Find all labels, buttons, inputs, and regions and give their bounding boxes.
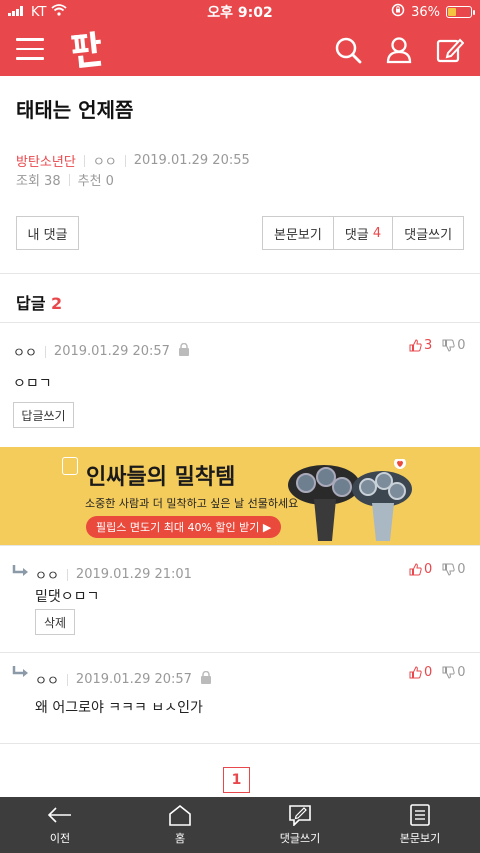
- thumbs-down-icon: [442, 339, 455, 352]
- post-author: ㅇㅇ: [92, 155, 117, 170]
- write-comment-button[interactable]: 댓글쓰기: [393, 217, 463, 249]
- battery-percent: 36%: [411, 4, 440, 20]
- status-bar: KT 오후 9:02 36%: [0, 0, 480, 24]
- tab-back[interactable]: 이전: [0, 797, 120, 853]
- delete-button[interactable]: 삭제: [35, 609, 75, 635]
- rotation-lock-icon: [391, 3, 405, 21]
- replies-header: 답글 2: [16, 290, 62, 314]
- post-recommends: 추천 0: [77, 174, 114, 189]
- write-comment-icon: [289, 805, 311, 826]
- comment-body: ㅇㅁㄱ: [13, 376, 52, 392]
- comment-votes: 0 0: [409, 665, 466, 680]
- shaver-image: [288, 459, 412, 541]
- comment-date: 2019.01.29 20:57: [75, 672, 192, 687]
- page-number-current[interactable]: 1: [223, 767, 250, 793]
- ad-cta-button[interactable]: 필립스 면도기 최대 40% 할인 받기 ▶: [86, 516, 282, 538]
- signal-icon: [8, 5, 26, 20]
- ad-title: 인싸들의 밀착템: [86, 465, 236, 490]
- bottom-tab-bar: 이전 홈 댓글쓰기 본문보기: [0, 797, 480, 853]
- downvote-button[interactable]: 0: [442, 562, 466, 577]
- upvote-count: 3: [424, 338, 433, 353]
- page: KT 오후 9:02 36% 태태는 언제쯤 방탄소년단 ㅇㅇ 2019.01.…: [0, 0, 480, 853]
- search-icon[interactable]: [334, 36, 362, 64]
- comment-author: ㅇㅇ: [35, 674, 59, 689]
- philips-logo-icon: [62, 457, 78, 475]
- downvote-button[interactable]: 0: [442, 665, 466, 680]
- divider: [0, 322, 480, 323]
- replies-label: 답글: [16, 294, 46, 313]
- post-meta: 방탄소년단 ㅇㅇ 2019.01.29 20:55: [16, 151, 250, 170]
- home-icon: [169, 804, 191, 826]
- thumbs-up-icon: [409, 563, 422, 576]
- downvote-count: 0: [457, 665, 466, 680]
- tab-label: 홈: [174, 832, 186, 845]
- tab-write-comment[interactable]: 댓글쓰기: [240, 797, 360, 853]
- upvote-button[interactable]: 0: [409, 665, 432, 680]
- ad-banner[interactable]: 인싸들의 밀착템 소중한 사람과 더 밀착하고 싶은 날 선물하세요 필립스 면…: [0, 447, 480, 545]
- write-post-icon[interactable]: [436, 36, 465, 64]
- battery-icon: [446, 6, 475, 18]
- downvote-button[interactable]: 0: [442, 338, 466, 353]
- divider: [0, 743, 480, 744]
- lock-icon: [178, 342, 190, 360]
- comments-button[interactable]: 댓글 4: [334, 217, 394, 249]
- thumbs-up-icon: [409, 666, 422, 679]
- ad-subtitle: 소중한 사람과 더 밀착하고 싶은 날 선물하세요: [85, 497, 299, 510]
- post-views: 조회 38: [16, 174, 61, 189]
- downvote-count: 0: [457, 562, 466, 577]
- status-time: 오후 9:02: [207, 5, 273, 21]
- divider: [0, 652, 480, 653]
- post-category[interactable]: 방탄소년단: [16, 151, 76, 170]
- comment-votes: 0 0: [409, 562, 466, 577]
- comments-label: 댓글: [344, 227, 369, 243]
- thumbs-down-icon: [442, 563, 455, 576]
- user-icon[interactable]: [385, 36, 413, 64]
- tab-home[interactable]: 홈: [120, 797, 240, 853]
- wifi-icon: [51, 4, 68, 20]
- tab-label: 본문보기: [399, 832, 441, 845]
- upvote-count: 0: [424, 665, 433, 680]
- comment-meta: ㅇㅇ 2019.01.29 21:01: [35, 565, 192, 584]
- post-datetime: 2019.01.29 20:55: [133, 153, 250, 168]
- upvote-count: 0: [424, 562, 433, 577]
- tab-label: 이전: [49, 832, 71, 845]
- replies-count: 2: [51, 294, 63, 313]
- comment-body: 밑댓ㅇㅁㄱ: [35, 589, 100, 605]
- app-header: [0, 24, 480, 76]
- carrier-label: KT: [31, 4, 47, 20]
- pann-logo[interactable]: [68, 28, 109, 80]
- reply-arrow-icon: [12, 563, 30, 582]
- upvote-button[interactable]: 0: [409, 562, 432, 577]
- view-post-button[interactable]: 본문보기: [263, 217, 334, 249]
- comment-author: ㅇㅇ: [13, 346, 37, 361]
- menu-icon[interactable]: [16, 38, 44, 60]
- comment-date: 2019.01.29 21:01: [75, 567, 192, 582]
- divider: [0, 273, 480, 274]
- my-comments-button[interactable]: 내 댓글: [16, 216, 79, 250]
- comment-meta: ㅇㅇ 2019.01.29 20:57: [13, 342, 190, 361]
- back-arrow-icon: [47, 807, 71, 823]
- reply-arrow-icon: [12, 664, 30, 683]
- thumbs-up-icon: [409, 339, 422, 352]
- upvote-button[interactable]: 3: [409, 338, 432, 353]
- tab-label: 댓글쓰기: [279, 832, 321, 845]
- comment-body: 왜 어그로야 ㅋㅋㅋ ㅂㅅ인가: [35, 700, 203, 716]
- document-icon: [410, 804, 430, 826]
- reply-write-button[interactable]: 답글쓰기: [13, 402, 74, 428]
- comment-date: 2019.01.29 20:57: [53, 344, 170, 359]
- comment-author: ㅇㅇ: [35, 569, 59, 584]
- comment-actions: 본문보기 댓글 4 댓글쓰기: [262, 216, 465, 250]
- comment-meta: ㅇㅇ 2019.01.29 20:57: [35, 670, 212, 689]
- comment-votes: 3 0: [409, 338, 466, 353]
- downvote-count: 0: [457, 338, 466, 353]
- comments-count: 4: [372, 225, 382, 241]
- divider: [0, 545, 480, 546]
- tab-view-post[interactable]: 본문보기: [360, 797, 480, 853]
- lock-icon: [200, 670, 212, 688]
- thumbs-down-icon: [442, 666, 455, 679]
- post-title: 태태는 언제쯤: [16, 98, 134, 122]
- post-stats: 조회 38 추천 0: [16, 170, 114, 189]
